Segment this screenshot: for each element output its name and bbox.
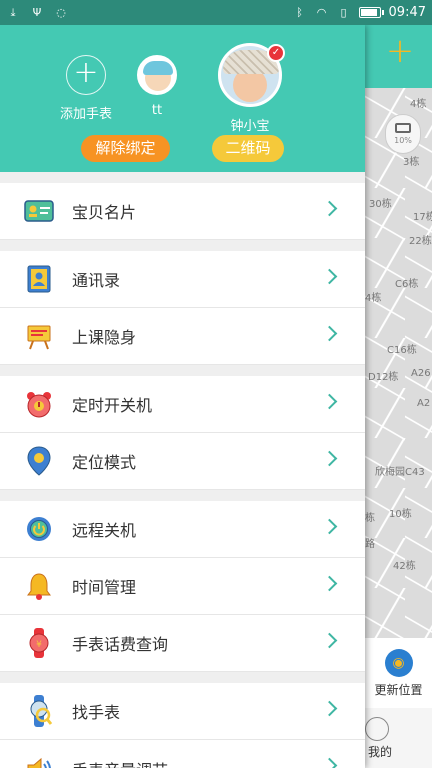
child-avatar: ✓ — [218, 43, 285, 107]
download-icon: ⤓ — [10, 5, 16, 19]
menu-item[interactable]: 定位模式 — [0, 433, 365, 490]
selected-check-icon: ✓ — [267, 44, 285, 62]
chevron-right-icon — [321, 268, 338, 285]
status-time: 09:47 — [388, 5, 426, 20]
chevron-right-icon — [321, 700, 338, 717]
bell-icon — [24, 571, 54, 601]
map-label: 42栋 — [393, 561, 416, 572]
menu-item-label: 找手表 — [72, 703, 121, 722]
drawer-menu: 宝贝名片通讯录上课隐身定时开关机定位模式远程关机时间管理 ¥ 手表话费查询找手表手表… — [0, 172, 365, 768]
tt-avatar — [137, 55, 177, 95]
plus-icon: + — [66, 55, 106, 95]
map-label: 30栋 — [369, 199, 392, 210]
map-label: C6栋 — [395, 279, 419, 290]
map-label: D12栋 — [368, 372, 399, 383]
update-location-label: 更新位置 — [374, 682, 423, 697]
menu-item-label: 时间管理 — [72, 578, 137, 597]
contacts-icon — [24, 264, 54, 294]
qrcode-button[interactable]: 二维码 — [212, 135, 284, 162]
map-label: 路 — [365, 539, 375, 550]
svg-text:¥: ¥ — [36, 640, 42, 650]
menu-divider — [0, 365, 365, 376]
location-pin-icon — [24, 446, 54, 476]
map-label: 4栋 — [410, 99, 427, 110]
power-icon — [24, 514, 54, 544]
menu-item-label: 手表音量调节 — [72, 757, 168, 768]
chevron-right-icon — [321, 393, 338, 410]
map-label: 17栋 — [413, 212, 432, 223]
menu-divider — [0, 672, 365, 683]
zoom-value: 10% — [394, 136, 412, 145]
menu-item[interactable]: 定时开关机 — [0, 376, 365, 433]
mine-tab[interactable]: 我的 — [365, 708, 432, 768]
face-icon — [365, 716, 389, 741]
menu-divider — [0, 490, 365, 501]
menu-item[interactable]: 时间管理 — [0, 558, 365, 615]
menu-item-label: 宝贝名片 — [72, 203, 137, 222]
find-watch-icon — [24, 695, 54, 727]
side-drawer: + 添加手表 tt ✓ 钟小宝 解除绑定 二维码 宝贝名片通讯录上课隐身定时开关… — [0, 25, 365, 768]
chevron-right-icon — [321, 325, 338, 342]
add-plus-icon[interactable]: + — [385, 34, 415, 68]
map-label: 欣梅园C43 — [375, 467, 425, 478]
map-label: 栋 — [365, 513, 375, 524]
chevron-right-icon — [321, 575, 338, 592]
menu-divider — [0, 240, 365, 251]
menu-item[interactable]: 远程关机 — [0, 501, 365, 558]
wifi-icon: ◠ — [316, 6, 327, 19]
menu-item[interactable]: 宝贝名片 — [0, 183, 365, 240]
menu-item-label: 手表话费查询 — [72, 635, 169, 654]
battery-icon — [358, 7, 384, 18]
watch-current[interactable]: ✓ 钟小宝 — [218, 43, 285, 134]
add-watch-button[interactable]: + 添加手表 — [60, 55, 112, 122]
volume-icon — [24, 754, 54, 768]
menu-item-label: 上课隐身 — [72, 328, 137, 347]
alarm-clock-icon — [24, 389, 54, 419]
map-label: 22栋 — [409, 236, 432, 247]
map-label: A2 — [417, 398, 431, 409]
menu-item-label: 通讯录 — [72, 271, 121, 290]
menu-item[interactable]: 通讯录 — [0, 251, 365, 308]
chevron-right-icon — [321, 757, 338, 768]
menu-item-label: 定时开关机 — [72, 396, 153, 415]
unbind-button[interactable]: 解除绑定 — [81, 135, 170, 162]
map-label: 10栋 — [389, 509, 412, 520]
chevron-right-icon — [321, 632, 338, 649]
status-bar: ⤓ Ψ ◌ ᛒ ◠ ▯ 09:47 — [0, 0, 432, 25]
device-icon — [395, 123, 411, 133]
class-stealth-icon — [24, 321, 54, 351]
chevron-right-icon — [321, 518, 338, 535]
bluetooth-icon: ᛒ — [296, 6, 303, 19]
chevron-right-icon — [321, 200, 338, 217]
tt-label: tt — [151, 103, 163, 118]
usb-icon: Ψ — [32, 6, 42, 19]
map-view[interactable]: + 4栋 3栋 30栋 17栋 22栋 C6栋 4栋 C16栋 D12栋 A26 A2 欣梅园C43 栋… — [365, 25, 432, 768]
id-card-icon — [24, 196, 54, 226]
map-label: 3栋 — [403, 157, 420, 168]
map-label: A26 — [411, 368, 431, 379]
child-name: 钟小宝 — [230, 119, 270, 134]
map-label: 4栋 — [365, 293, 382, 304]
drawer-header: + 添加手表 tt ✓ 钟小宝 解除绑定 二维码 — [0, 25, 365, 172]
menu-item[interactable]: ¥ 手表话费查询 — [0, 615, 365, 672]
menu-item[interactable]: 上课隐身 — [0, 308, 365, 365]
map-label: C16栋 — [387, 345, 417, 356]
zoom-indicator[interactable]: 10% — [385, 114, 421, 154]
message-icon: ◌ — [56, 6, 66, 19]
watch-balance-icon: ¥ — [24, 628, 54, 658]
add-watch-label: 添加手表 — [60, 107, 113, 122]
map-top-bar: + — [365, 25, 432, 88]
menu-item[interactable]: 手表音量调节 — [0, 740, 365, 768]
menu-item-label: 定位模式 — [72, 453, 137, 472]
mine-label: 我的 — [368, 744, 393, 759]
watch-tt[interactable]: tt — [137, 55, 177, 118]
chevron-right-icon — [321, 450, 338, 467]
menu-item[interactable]: 找手表 — [0, 683, 365, 740]
sim-icon: ▯ — [340, 6, 347, 19]
location-refresh-icon: ◉ — [384, 648, 413, 677]
update-location-button[interactable]: ◉ 更新位置 — [365, 638, 432, 708]
menu-item-label: 远程关机 — [72, 521, 137, 540]
menu-divider — [0, 172, 365, 183]
